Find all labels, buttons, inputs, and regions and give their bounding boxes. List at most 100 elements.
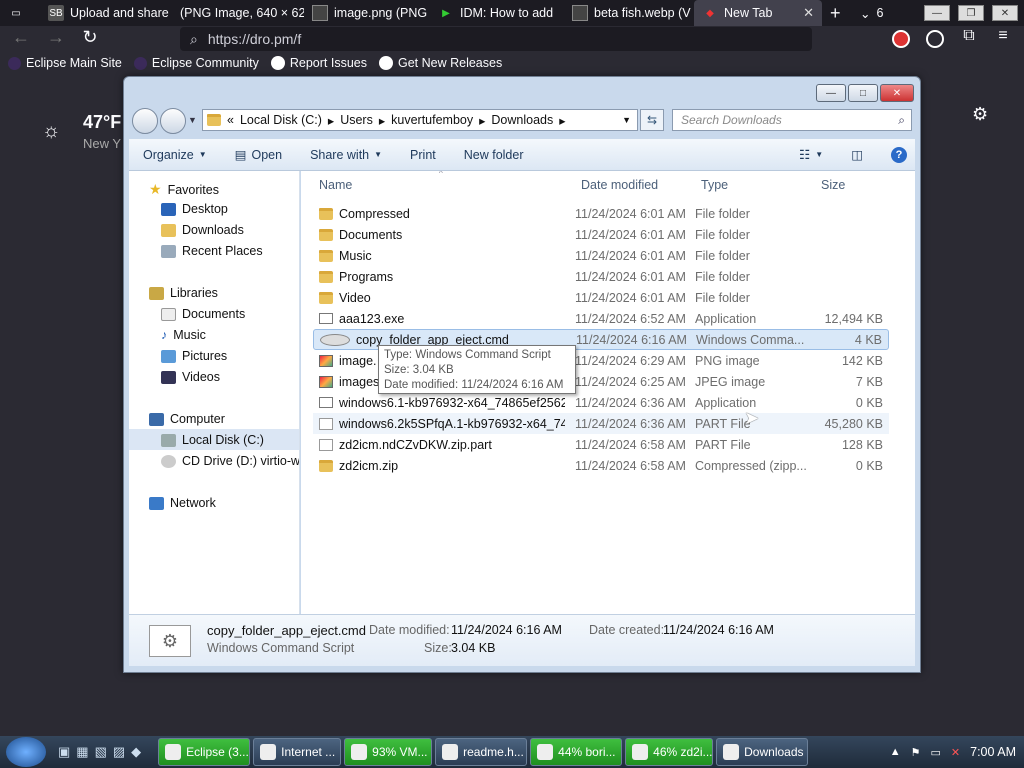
tab-idm[interactable]: ▶ IDM: How to add xyxy=(430,0,564,26)
chevron-right-icon[interactable]: ▸ xyxy=(328,113,334,128)
column-header-type[interactable]: Type xyxy=(701,178,728,192)
forward-button[interactable]: → xyxy=(45,27,67,48)
volume-muted-icon[interactable]: ✕ xyxy=(951,746,960,759)
column-header-size[interactable]: Size xyxy=(821,178,845,192)
restore-button[interactable]: ❐ xyxy=(958,5,984,21)
file-row[interactable]: Programs 11/24/2024 6:01 AM File folder xyxy=(313,266,889,287)
clock[interactable]: 7:00 AM xyxy=(970,745,1016,759)
nav-libraries[interactable]: Libraries xyxy=(149,286,218,300)
file-row[interactable]: aaa123.exe 11/24/2024 6:52 AM Application 1… xyxy=(313,308,889,329)
new-tab-button[interactable]: + xyxy=(822,0,852,26)
refresh-icon[interactable]: ⇆ xyxy=(640,109,664,131)
extension-icon[interactable] xyxy=(892,30,910,48)
file-row[interactable]: Music 11/24/2024 6:01 AM File folder xyxy=(313,245,889,266)
forward-nav-button[interactable] xyxy=(160,108,186,134)
breadcrumb-users[interactable]: Users xyxy=(340,113,373,127)
flag-icon[interactable]: ⚑ xyxy=(911,746,921,759)
file-row[interactable]: Documents 11/24/2024 6:01 AM File folder xyxy=(313,224,889,245)
file-row[interactable]: zd2icm.zip 11/24/2024 6:58 AM Compressed (… xyxy=(313,455,889,476)
details-file-type: Windows Command Script xyxy=(207,641,355,655)
minimize-button[interactable]: — xyxy=(924,5,950,21)
file-row[interactable]: windows6.1-kb976932-x64_74865ef25620... 1… xyxy=(313,392,889,413)
tab-beta-fish[interactable]: beta fish.webp (V xyxy=(564,0,694,26)
nav-downloads[interactable]: Downloads xyxy=(161,223,244,237)
taskbar-item[interactable]: 46% zd2i... xyxy=(625,738,714,766)
organize-menu[interactable]: Organize ▼ xyxy=(129,148,221,162)
back-button[interactable]: ← xyxy=(10,27,32,48)
nav-lib-videos[interactable]: Videos xyxy=(161,370,220,384)
file-name-cell: Music xyxy=(319,249,565,263)
nav-favorites[interactable]: ★ Favorites xyxy=(149,181,219,198)
menu-icon[interactable]: ≡ xyxy=(992,27,1014,45)
column-header-name[interactable]: Name xyxy=(319,178,352,192)
breadcrumb-overflow-icon[interactable]: « xyxy=(227,113,234,127)
taskbar-item[interactable]: 44% bori... xyxy=(530,738,623,766)
file-row[interactable]: Compressed 11/24/2024 6:01 AM File folder xyxy=(313,203,889,224)
quick-launch-icons[interactable]: ▣▦▧▨◆ xyxy=(58,744,147,760)
share-with-menu[interactable]: Share with ▼ xyxy=(296,148,396,162)
nav-lib-pictures[interactable]: Pictures xyxy=(161,349,227,363)
taskbar-item[interactable]: readme.h... xyxy=(435,738,528,766)
nav-desktop[interactable]: Desktop xyxy=(161,202,228,216)
url-bar[interactable]: ⌕ https://dro.pm/f xyxy=(180,27,812,51)
close-window-button[interactable]: ✕ xyxy=(992,5,1018,21)
breadcrumb-user[interactable]: kuvertufemboy xyxy=(391,113,473,127)
tab-image-png[interactable]: image.png (PNG xyxy=(304,0,430,26)
file-row[interactable]: zd2icm.ndCZvDKW.zip.part 11/24/2024 6:58 … xyxy=(313,434,889,455)
breadcrumb-downloads[interactable]: Downloads xyxy=(491,113,553,127)
back-nav-button[interactable] xyxy=(132,108,158,134)
taskbar-item[interactable]: Internet ... xyxy=(253,738,342,766)
tab-manager-button[interactable]: ▭ xyxy=(0,0,40,26)
bookmark-eclipse-community[interactable]: Eclipse Community xyxy=(133,56,259,70)
column-header-date[interactable]: Date modified xyxy=(581,178,658,192)
tab-list-button[interactable]: ⌄ 6 xyxy=(852,0,896,26)
tab-new-tab[interactable]: ◆ New Tab ✕ xyxy=(694,0,822,26)
nav-local-disk[interactable]: Local Disk (C:) xyxy=(161,433,264,447)
nav-recent-places[interactable]: Recent Places xyxy=(161,244,263,258)
account-icon[interactable] xyxy=(926,30,944,48)
close-tab-icon[interactable]: ✕ xyxy=(803,5,814,21)
file-row[interactable]: windows6.2k5SPfqA.1-kb976932-x64_748... 1… xyxy=(313,413,889,434)
reload-button[interactable]: ↻ xyxy=(79,27,101,48)
nav-cd-drive[interactable]: CD Drive (D:) virtio-win xyxy=(161,454,299,468)
address-dropdown-icon[interactable]: ▼ xyxy=(622,115,637,125)
nav-computer[interactable]: Computer xyxy=(149,412,225,426)
file-name-cell: zd2icm.zip xyxy=(319,459,565,473)
display-icon[interactable]: ▭ xyxy=(931,746,941,759)
help-button[interactable]: ? xyxy=(877,146,915,163)
file-row[interactable]: Video 11/24/2024 6:01 AM File folder xyxy=(313,287,889,308)
nav-lib-music[interactable]: ♪ Music xyxy=(161,328,206,342)
preview-pane-button[interactable]: ◫ xyxy=(837,147,877,162)
bookmark-get-releases[interactable]: Get New Releases xyxy=(378,56,502,70)
view-options-button[interactable]: ☷ ▼ xyxy=(785,147,837,162)
chevron-right-icon[interactable]: ▸ xyxy=(379,113,385,128)
print-button[interactable]: Print xyxy=(396,148,450,162)
taskbar-item[interactable]: Eclipse (3... xyxy=(158,738,251,766)
explorer-close-button[interactable]: ✕ xyxy=(880,84,914,102)
taskbar-item[interactable]: Downloads xyxy=(716,738,809,766)
breadcrumb-local-disk[interactable]: Local Disk (C:) xyxy=(240,113,322,127)
file-date-cell: 11/24/2024 6:25 AM xyxy=(575,374,686,389)
gear-icon[interactable]: ⚙ xyxy=(972,104,988,125)
file-type-cell: JPEG image xyxy=(695,374,766,389)
open-button[interactable]: ▤ Open xyxy=(221,147,296,163)
tab-png-image[interactable]: (PNG Image, 640 × 62 xyxy=(172,0,304,26)
taskbar-item[interactable]: 93% VM... xyxy=(344,738,433,766)
start-button[interactable] xyxy=(6,737,46,767)
address-breadcrumb[interactable]: « Local Disk (C:) ▸ Users ▸ kuvertufemboy ▸… xyxy=(202,109,638,131)
new-folder-button[interactable]: New folder xyxy=(450,148,538,162)
recent-pages-chevron-icon[interactable]: ▼ xyxy=(188,115,197,125)
nav-network[interactable]: Network xyxy=(149,496,216,510)
nav-lib-documents[interactable]: Documents xyxy=(161,307,245,321)
chevron-right-icon[interactable]: ▸ xyxy=(479,113,485,128)
explorer-minimize-button[interactable]: — xyxy=(816,84,846,102)
chevron-right-icon[interactable]: ▸ xyxy=(559,113,565,128)
tray-expand-icon[interactable]: ▲ xyxy=(890,746,901,758)
navigation-pane: ★ Favorites Desktop Downloads Recent Plac… xyxy=(129,171,300,614)
explorer-maximize-button[interactable]: □ xyxy=(848,84,878,102)
tab-upload-share[interactable]: SB Upload and share xyxy=(40,0,172,26)
extensions-puzzle-icon[interactable]: ⧉ xyxy=(958,27,980,45)
bookmark-eclipse-main[interactable]: Eclipse Main Site xyxy=(8,56,122,70)
search-downloads-input[interactable]: Search Downloads ⌕ xyxy=(672,109,912,131)
bookmark-report-issues[interactable]: Report Issues xyxy=(270,56,367,70)
